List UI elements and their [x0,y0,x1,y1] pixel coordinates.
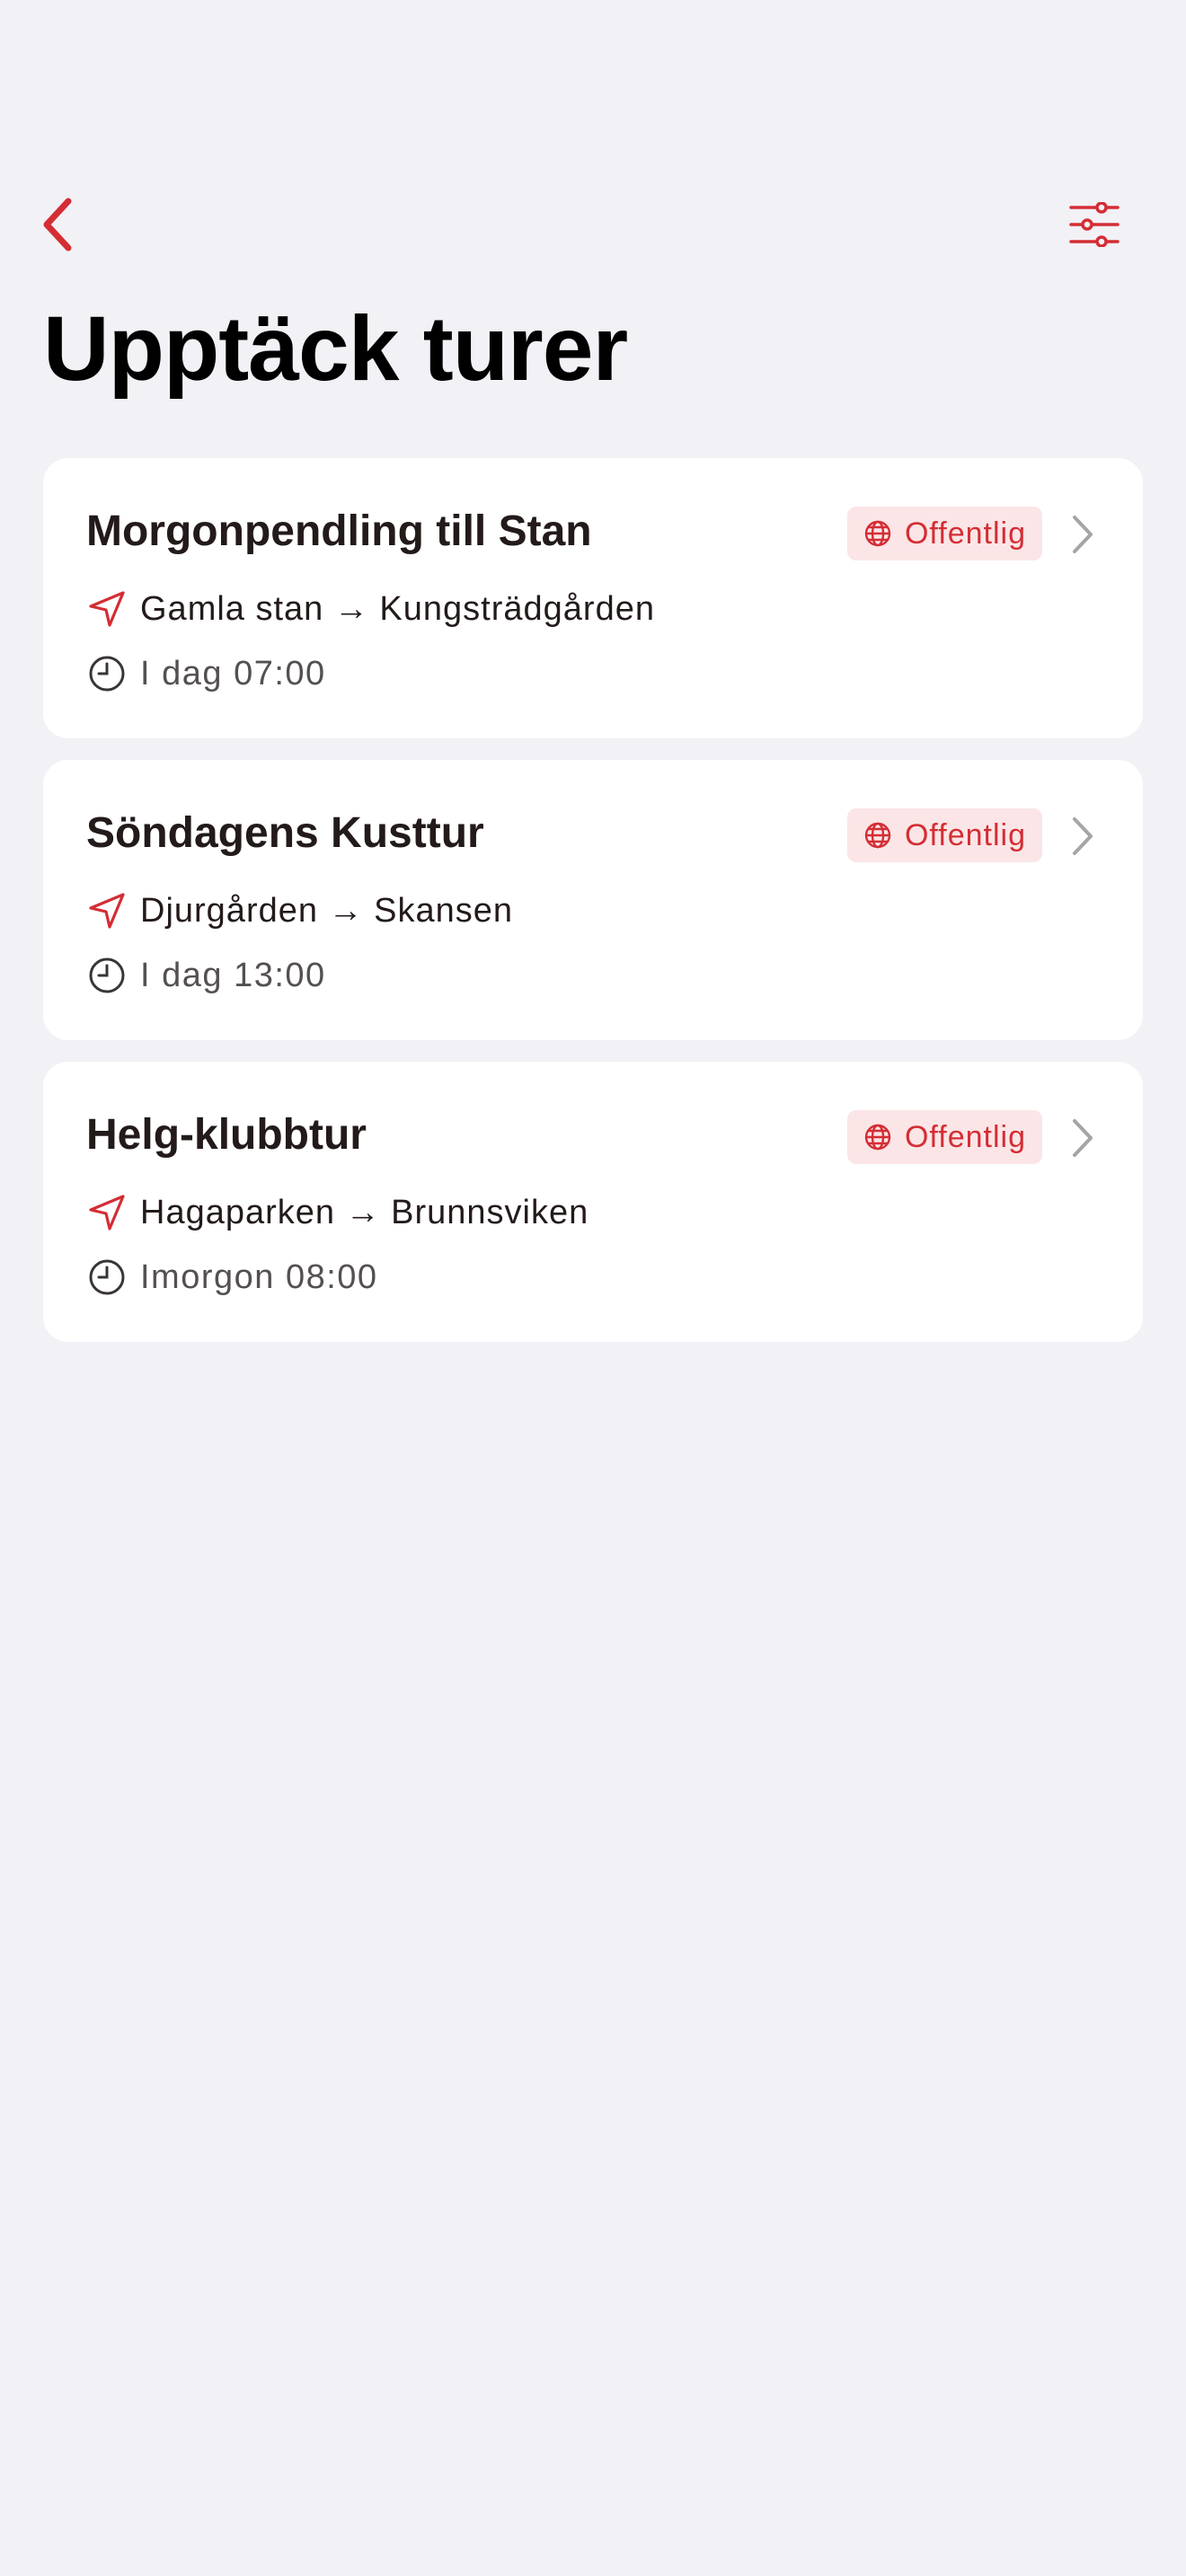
globe-icon [863,821,892,850]
route-text: Hagaparken → Brunnsviken [140,1193,589,1231]
globe-icon [863,1123,892,1151]
visibility-label: Offentlig [904,817,1026,852]
trip-list: Morgonpendling till Stan Offentlig Gamla… [43,458,1143,1363]
route-row: Djurgården → Skansen [86,887,513,934]
chevron-right-icon [1073,516,1093,553]
visibility-badge: Offentlig [846,507,1042,560]
page-title: Upptäck turer [43,297,628,400]
chevron-right-icon [1073,1119,1093,1157]
clock-icon [86,1257,128,1298]
filter-button[interactable] [1062,196,1127,253]
visibility-label: Offentlig [904,516,1026,551]
navigation-bar [0,189,1186,260]
visibility-badge: Offentlig [846,808,1042,862]
visibility-label: Offentlig [904,1119,1026,1154]
route-row: Hagaparken → Brunnsviken [86,1189,589,1236]
time-row: I dag 07:00 [86,650,326,697]
sliders-icon [1069,202,1120,247]
route-text: Djurgården → Skansen [140,891,513,930]
time-text: Imorgon 08:00 [140,1257,378,1296]
trip-title: Morgonpendling till Stan [86,507,592,555]
trip-title: Söndagens Kusttur [86,809,484,857]
location-arrow-icon [86,588,128,630]
clock-icon [86,653,128,694]
time-row: Imorgon 08:00 [86,1254,378,1301]
trip-card[interactable]: Morgonpendling till Stan Offentlig Gamla… [43,458,1143,738]
visibility-badge: Offentlig [846,1110,1042,1164]
time-row: I dag 13:00 [86,952,326,999]
trip-card[interactable]: Söndagens Kusttur Offentlig Djurgården →… [43,760,1143,1040]
time-text: I dag 13:00 [140,956,326,994]
route-row: Gamla stan → Kungsträdgården [86,586,655,632]
chevron-right-icon [1073,817,1093,855]
chevron-left-icon [43,198,72,251]
location-arrow-icon [86,1192,128,1233]
trip-card[interactable]: Helg-klubbtur Offentlig Hagaparken → Bru… [43,1062,1143,1342]
globe-icon [863,519,892,548]
trip-title: Helg-klubbtur [86,1111,367,1159]
route-text: Gamla stan → Kungsträdgården [140,589,655,628]
back-button[interactable] [32,196,83,253]
time-text: I dag 07:00 [140,654,326,693]
clock-icon [86,955,128,996]
location-arrow-icon [86,890,128,931]
